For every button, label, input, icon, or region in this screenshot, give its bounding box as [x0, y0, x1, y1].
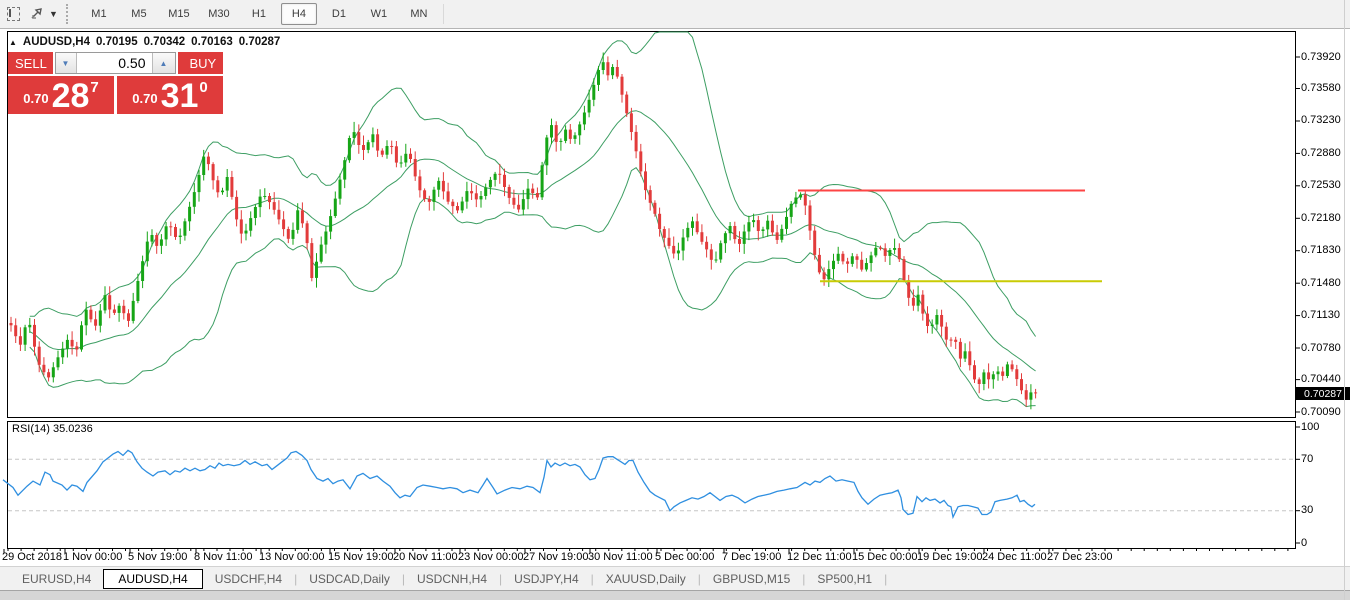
sell-price-sup: 7: [90, 79, 98, 96]
time-axis-label: 15 Nov 19:00: [328, 551, 393, 563]
buy-price-prefix: 0.70: [132, 91, 157, 106]
ohlc-open: 0.70195: [96, 36, 138, 48]
time-axis-label: 19 Dec 19:00: [917, 551, 982, 563]
tab-usdjpy-h4[interactable]: USDJPY,H4: [502, 569, 590, 589]
time-axis-label: 24 Dec 11:00: [982, 551, 1047, 563]
price-axis-label: 0.73580: [1301, 82, 1341, 94]
rsi-axis-label: 30: [1301, 504, 1313, 516]
sell-price-prefix: 0.70: [23, 91, 48, 106]
tab-xauusd-daily[interactable]: XAUUSD,Daily: [594, 569, 698, 589]
buy-price-big: 31: [161, 81, 199, 111]
volume-input[interactable]: 0.50: [77, 53, 152, 73]
chart-tabbar: EURUSD,H4AUDUSD,H4USDCHF,H4 | USDCAD,Daily…: [0, 566, 1350, 590]
buy-price-sup: 0: [199, 79, 207, 96]
time-axis-label: 23 Nov 00:00: [458, 551, 523, 563]
sell-button[interactable]: SELL: [8, 52, 53, 74]
one-click-trading-panel: SELL ▼ 0.50 ▲ BUY 0.70 28 7 0.70 31 0: [8, 52, 223, 114]
rsi-indicator-label: RSI(14) 35.0236: [12, 423, 93, 435]
buy-price-box[interactable]: 0.70 31 0: [117, 76, 223, 114]
time-axis-label: 27 Dec 23:00: [1047, 551, 1112, 563]
price-axis-label: 0.71130: [1301, 309, 1340, 321]
time-axis-label: 20 Nov 11:00: [393, 551, 458, 563]
tab-gbpusd-m15[interactable]: GBPUSD,M15: [701, 569, 802, 589]
rsi-axis-label: 0: [1301, 537, 1307, 549]
price-axis-label: 0.73920: [1301, 51, 1341, 63]
buy-button[interactable]: BUY: [178, 52, 224, 74]
time-axis-label: 30 Nov 11:00: [588, 551, 653, 563]
time-axis-label: 15 Dec 00:00: [852, 551, 917, 563]
tab-separator: |: [884, 572, 887, 586]
volume-decrease-button[interactable]: ▼: [56, 53, 77, 73]
price-axis-label: 0.73230: [1301, 114, 1341, 126]
price-axis-label: 0.72180: [1301, 212, 1341, 224]
tab-eurusd-h4[interactable]: EURUSD,H4: [10, 569, 103, 589]
sell-price-box[interactable]: 0.70 28 7: [8, 76, 114, 114]
mt4-window: ▼ M1M5M15M30H1H4D1W1MN ▲ AUDUSD,H4 0.701…: [0, 0, 1350, 600]
tab-usdcnh-h4[interactable]: USDCNH,H4: [405, 569, 499, 589]
panel-collapse-arrow[interactable]: ▲: [9, 38, 17, 47]
volume-increase-button[interactable]: ▲: [152, 53, 175, 73]
rsi-axis-label: 70: [1301, 453, 1313, 465]
price-axis-label: 0.70440: [1301, 373, 1341, 385]
current-price-tag: 0.70287: [1296, 387, 1350, 400]
rsi-pane[interactable]: [8, 422, 1296, 549]
time-axis-label: 27 Nov 19:00: [523, 551, 588, 563]
ohlc-high: 0.70342: [144, 36, 186, 48]
price-axis-label: 0.70090: [1301, 406, 1341, 418]
time-axis-label: 29 Oct 2018: [2, 551, 62, 563]
time-axis-label: 13 Nov 00:00: [259, 551, 324, 563]
ohlc-low: 0.70163: [191, 36, 233, 48]
time-axis-label: 8 Nov 11:00: [194, 551, 253, 563]
window-right-border: [1344, 0, 1345, 600]
price-axis-label: 0.71830: [1301, 244, 1341, 256]
chart-title: ▲ AUDUSD,H4 0.70195 0.70342 0.70163 0.70…: [9, 36, 280, 48]
price-axis-label: 0.72530: [1301, 179, 1341, 191]
tab-sp500-h1[interactable]: SP500,H1: [805, 569, 884, 589]
time-axis-label: 1 Nov 00:00: [63, 551, 122, 563]
price-axis-label: 0.71480: [1301, 277, 1341, 289]
time-axis-label: 7 Dec 19:00: [722, 551, 781, 563]
tab-usdcad-daily[interactable]: USDCAD,Daily: [297, 569, 402, 589]
rsi-axis-label: 100: [1301, 421, 1319, 433]
volume-control: ▼ 0.50 ▲: [55, 52, 176, 74]
chart-symbol: AUDUSD,H4: [23, 36, 90, 48]
time-axis-label: 5 Nov 19:00: [128, 551, 187, 563]
tab-usdchf-h4[interactable]: USDCHF,H4: [203, 569, 294, 589]
time-axis-label: 12 Dec 11:00: [787, 551, 852, 563]
sell-price-big: 28: [52, 81, 90, 111]
time-axis-label: 5 Dec 00:00: [655, 551, 714, 563]
status-bar: [0, 590, 1350, 600]
tab-audusd-h4[interactable]: AUDUSD,H4: [103, 569, 202, 589]
ohlc-close: 0.70287: [239, 36, 281, 48]
price-axis-label: 0.70780: [1301, 342, 1341, 354]
price-axis-label: 0.72880: [1301, 147, 1341, 159]
